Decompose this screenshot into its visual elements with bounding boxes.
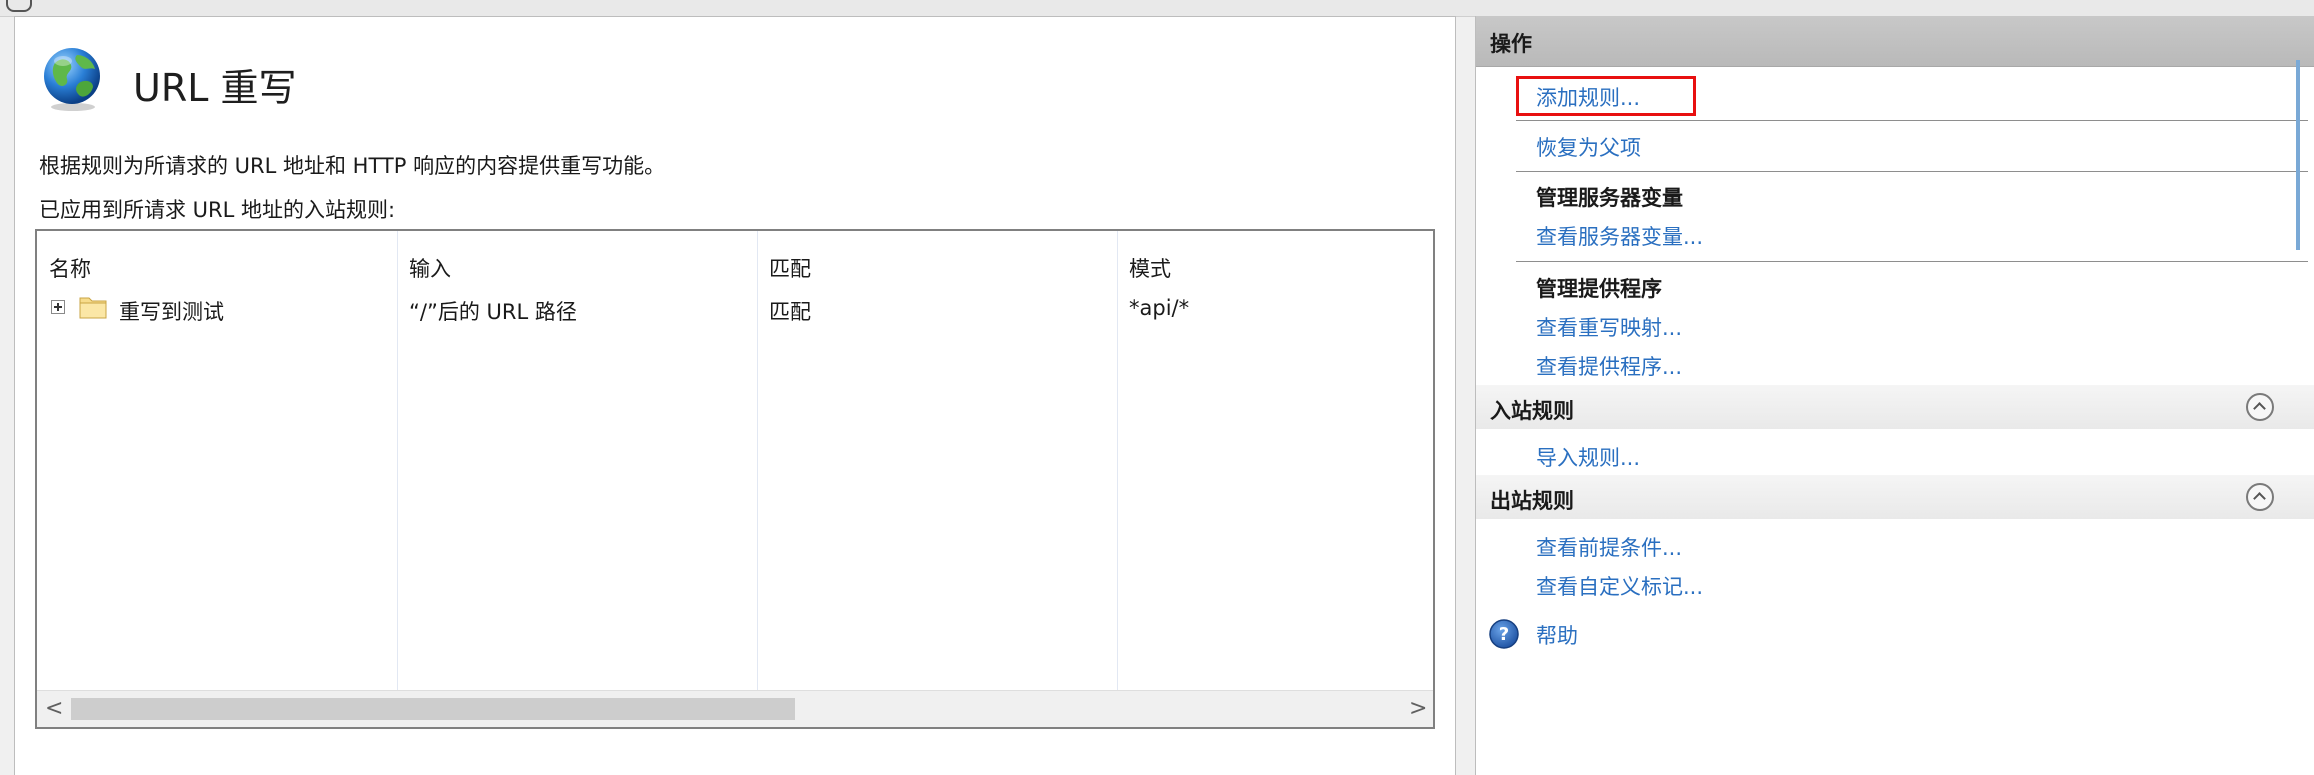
inbound-rules-section[interactable]: 入站规则: [1476, 385, 2314, 429]
scrollbar-thumb[interactable]: [71, 698, 795, 720]
add-rule-link[interactable]: 添加规则...: [1536, 82, 1640, 112]
column-header-match[interactable]: 匹配: [769, 253, 811, 283]
view-providers-link[interactable]: 查看提供程序...: [1536, 351, 1682, 381]
view-server-variables-link[interactable]: 查看服务器变量...: [1536, 221, 1703, 251]
url-rewrite-panel: URL 重写 根据规则为所请求的 URL 地址和 HTTP 响应的内容提供重写功…: [14, 16, 1456, 775]
feature-description: 根据规则为所请求的 URL 地址和 HTTP 响应的内容提供重写功能。: [39, 154, 666, 178]
page-title: URL 重写: [133, 66, 297, 110]
svg-text:?: ?: [1499, 624, 1509, 645]
help-icon[interactable]: ?: [1488, 618, 1520, 650]
outbound-rules-section[interactable]: 出站规则: [1476, 475, 2314, 519]
expand-icon[interactable]: [51, 300, 65, 314]
actions-pane: 操作 添加规则... 恢复为父项 管理服务器变量 查看服务器变量... 管理提供…: [1475, 16, 2314, 775]
view-custom-tags-link[interactable]: 查看自定义标记...: [1536, 571, 1703, 601]
scroll-left-icon[interactable]: <: [45, 695, 63, 723]
inbound-rules-title: 入站规则: [1490, 399, 1574, 423]
rule-match: 匹配: [769, 300, 811, 324]
column-divider: [1117, 231, 1118, 691]
view-preconditions-link[interactable]: 查看前提条件...: [1536, 532, 1682, 562]
globe-icon: [44, 48, 100, 111]
rules-subheading: 已应用到所请求 URL 地址的入站规则:: [39, 198, 396, 222]
column-divider: [757, 231, 758, 691]
app-icon-edge: [6, 0, 32, 12]
scroll-right-icon[interactable]: >: [1409, 695, 1427, 723]
help-link[interactable]: 帮助: [1536, 620, 1578, 650]
revert-parent-link[interactable]: 恢复为父项: [1536, 132, 1641, 162]
separator: [1516, 261, 2308, 262]
rule-input: “/”后的 URL 路径: [409, 300, 577, 324]
rule-pattern: *api/*: [1129, 296, 1190, 320]
server-variables-title: 管理服务器变量: [1536, 186, 1683, 210]
horizontal-scrollbar[interactable]: < >: [37, 690, 1433, 727]
column-header-name[interactable]: 名称: [49, 253, 91, 283]
window-edge: [2296, 60, 2300, 250]
column-header-pattern[interactable]: 模式: [1129, 253, 1171, 283]
separator: [1516, 120, 2308, 121]
providers-title: 管理提供程序: [1536, 277, 1662, 301]
window-top-strip: [0, 0, 2314, 17]
collapse-icon[interactable]: [2246, 393, 2274, 421]
folder-icon: [79, 297, 107, 319]
inbound-rules-grid[interactable]: 名称 输入 匹配 模式 重写到测试 “/”后的 URL 路径 匹配 *api/*…: [35, 229, 1435, 729]
rule-name: 重写到测试: [119, 300, 224, 324]
column-header-input[interactable]: 输入: [409, 253, 451, 283]
outbound-rules-title: 出站规则: [1490, 489, 1574, 513]
collapse-icon[interactable]: [2246, 483, 2274, 511]
actions-header: 操作: [1476, 16, 2314, 67]
separator: [1516, 171, 2308, 172]
column-divider: [397, 231, 398, 691]
view-rewrite-maps-link[interactable]: 查看重写映射...: [1536, 312, 1682, 342]
actions-header-label: 操作: [1490, 32, 1532, 56]
import-rules-link[interactable]: 导入规则...: [1536, 442, 1640, 472]
